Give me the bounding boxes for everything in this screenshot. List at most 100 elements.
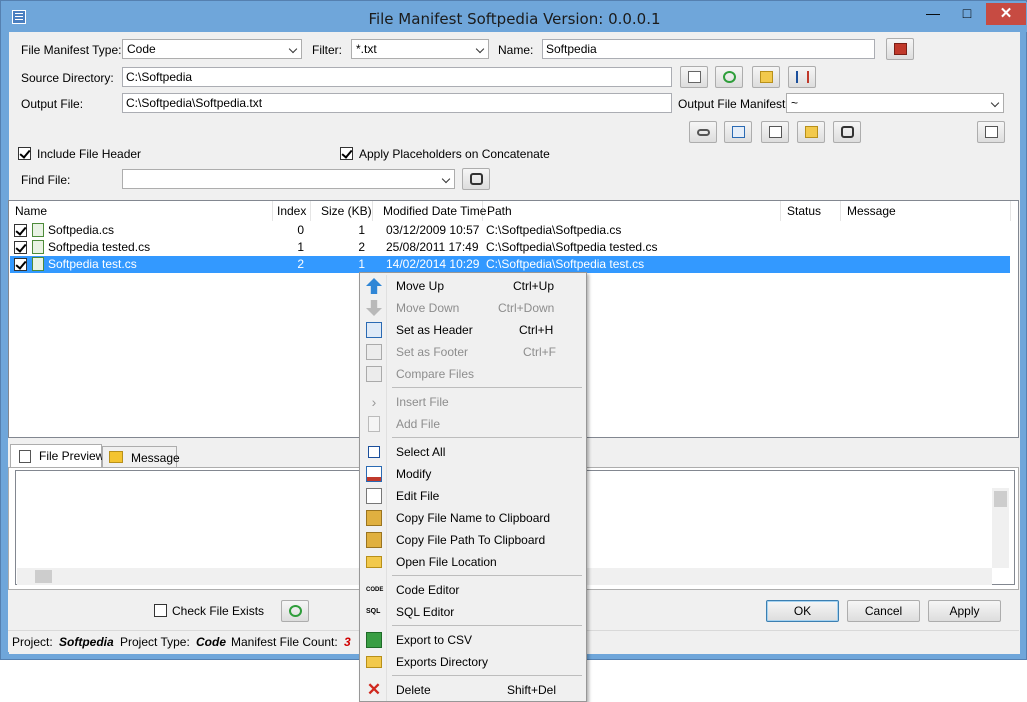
ok-button[interactable]: OK [766,600,839,622]
column-header-size[interactable]: Size (KB) [317,201,373,221]
menu-separator [392,437,582,438]
name-input[interactable]: Softpedia [542,39,875,59]
include-file-header-checkbox[interactable] [18,147,31,160]
menu-label: Set as Footer [396,345,469,359]
menu-item-copy-path[interactable]: Copy File Path To Clipboard [362,529,584,551]
header-icon [366,322,382,338]
menu-item-select-all[interactable]: Select All [362,441,584,463]
maximize-button[interactable]: □ [952,3,982,25]
status-type-label: Project Type: [120,635,190,649]
apply-placeholders-checkbox[interactable] [340,147,353,160]
scrollbar-thumb[interactable] [994,491,1007,507]
column-header-path[interactable]: Path [483,201,781,221]
sort-button[interactable] [788,66,816,88]
menu-label: Code Editor [396,583,460,597]
tab-message[interactable]: Message [102,446,180,468]
menu-item-set-header[interactable]: Set as Header Ctrl+H [362,319,584,341]
menu-item-export-csv[interactable]: Export to CSV [362,629,584,651]
filter-select[interactable]: *.txt [351,39,489,59]
source-directory-input[interactable]: C:\Softpedia [122,67,672,87]
cs-file-icon [32,257,44,271]
apply-button[interactable]: Apply [928,600,1001,622]
menu-item-delete[interactable]: ✕ Delete Shift+Del [362,679,584,701]
menu-item-exports-directory[interactable]: Exports Directory [362,651,584,673]
find-file-button[interactable] [462,168,490,190]
menu-label: Move Down [396,301,460,315]
row-checkbox[interactable] [14,224,27,237]
row-checkbox[interactable] [14,241,27,254]
menu-item-sql-editor[interactable]: SQL SQL Editor [362,601,584,623]
menu-label: Insert File [396,395,449,409]
menu-item-open-location[interactable]: Open File Location [362,551,584,573]
cell-modified: 03/12/2009 10:57 [386,223,480,237]
check-file-exists-checkbox[interactable] [154,604,167,617]
output-file-input[interactable]: C:\Softpedia\Softpedia.txt [122,93,672,113]
delete-icon: ✕ [366,680,382,699]
code-view-button[interactable] [724,121,752,143]
menu-item-move-up[interactable]: Move Up Ctrl+Up [362,275,584,297]
row-checkbox[interactable] [14,258,27,271]
vertical-scrollbar[interactable] [992,488,1009,568]
refresh-icon [289,605,302,617]
find-button[interactable] [833,121,861,143]
output-manifest-select[interactable]: ~ [786,93,1004,113]
binoculars-icon [841,126,854,138]
open-folder-button-2[interactable] [797,121,825,143]
output-manifest-label: Output File Manifest: [678,97,789,111]
compare-icon [366,366,382,382]
footer-icon [366,344,382,360]
column-header-status[interactable]: Status [783,201,841,221]
menu-item-insert-file[interactable]: › Insert File [362,391,584,413]
cs-file-icon [32,240,44,254]
tab-file-preview[interactable]: File Preview [10,444,104,468]
menu-label: Exports Directory [396,655,489,669]
cell-path: C:\Softpedia\Softpedia test.cs [486,257,645,271]
browse-source-button[interactable] [680,66,708,88]
script-button[interactable] [977,121,1005,143]
menu-separator [392,387,582,388]
close-button[interactable]: ✕ [986,3,1026,25]
column-header-modified[interactable]: Modified Date Time [379,201,486,221]
menu-shortcut: Ctrl+Up [513,279,555,293]
folder-icon [760,71,773,83]
refresh-check-button[interactable] [281,600,309,622]
csv-icon [366,632,382,648]
source-directory-label: Source Directory: [21,71,114,85]
menu-item-modify[interactable]: Modify [362,463,584,485]
menu-item-compare-files[interactable]: Compare Files [362,363,584,385]
menu-item-edit-file[interactable]: Edit File [362,485,584,507]
column-header-name[interactable]: Name [11,201,273,221]
menu-item-set-footer[interactable]: Set as Footer Ctrl+F [362,341,584,363]
cell-size: 2 [358,240,365,254]
output-file-label: Output File: [21,97,84,111]
menu-shortcut: Ctrl+H [519,323,554,337]
menu-item-add-file[interactable]: Add File [362,413,584,435]
minimize-button[interactable]: — [918,3,948,25]
select-all-icon [368,446,380,458]
table-row[interactable]: Softpedia.cs 0 1 03/12/2009 10:57 C:\Sof… [10,222,1010,239]
cell-name: Softpedia.cs [48,223,115,237]
menu-shortcut: Shift+Del [507,683,557,697]
open-folder-button[interactable] [752,66,780,88]
cancel-button[interactable]: Cancel [847,600,920,622]
cell-index: 1 [297,240,304,254]
column-header-message[interactable]: Message [843,201,1011,221]
arrow-up-icon [366,278,382,294]
menu-item-code-editor[interactable]: CODE Code Editor [362,579,584,601]
table-row-selected[interactable]: Softpedia test.cs 2 1 14/02/2014 10:29 C… [10,256,1010,273]
find-file-select[interactable] [122,169,455,189]
check-file-exists-label: Check File Exists [172,604,265,618]
new-file-button[interactable] [761,121,789,143]
document-icon [19,450,31,463]
menu-item-move-down[interactable]: Move Down Ctrl+Down [362,297,584,319]
manifest-type-select[interactable]: Code [122,39,302,59]
menu-label: Copy File Name to Clipboard [396,511,551,525]
menu-item-copy-name[interactable]: Copy File Name to Clipboard [362,507,584,529]
column-header-index[interactable]: Index [273,201,311,221]
menu-label: Set as Header [396,323,473,337]
refresh-button[interactable] [715,66,743,88]
scrollbar-thumb[interactable] [35,570,52,583]
table-row[interactable]: Softpedia tested.cs 1 2 25/08/2011 17:49… [10,239,1010,256]
save-manifest-button[interactable] [886,38,914,60]
link-button[interactable] [689,121,717,143]
